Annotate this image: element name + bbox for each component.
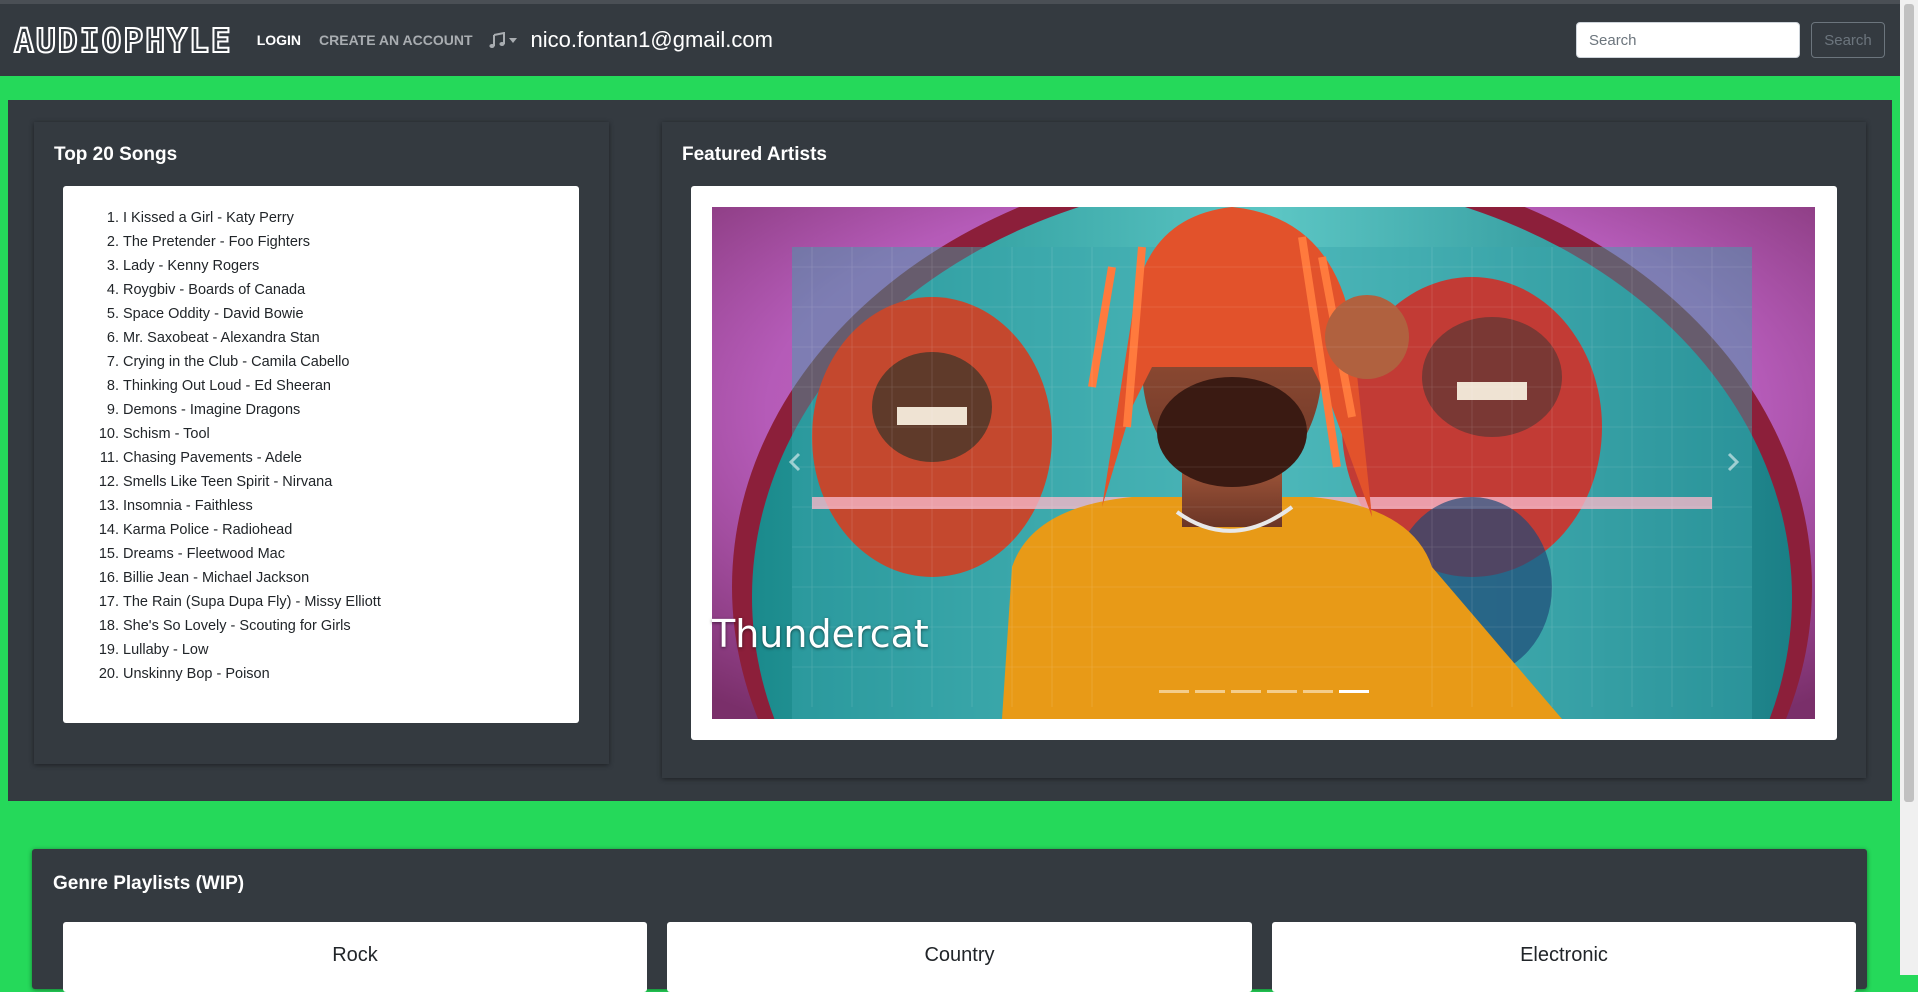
song-list-item: 7. Crying in the Club - Camila Cabello xyxy=(63,350,579,374)
carousel-next-icon[interactable] xyxy=(1720,450,1744,474)
song-title: Roygbiv - Boards of Canada xyxy=(123,282,306,298)
song-list-item: 15. Dreams - Fleetwood Mac xyxy=(63,542,579,566)
song-rank: 12. xyxy=(98,474,119,490)
song-rank: 7. xyxy=(106,354,119,370)
song-title: Smells Like Teen Spirit - Nirvana xyxy=(123,474,333,490)
top-songs-list: 1. I Kissed a Girl - Katy Perry 2. The Pret… xyxy=(63,186,579,686)
top-songs-list-box: 1. I Kissed a Girl - Katy Perry 2. The Pret… xyxy=(63,186,579,723)
song-title: Karma Police - Radiohead xyxy=(123,522,293,538)
song-title: Mr. Saxobeat - Alexandra Stan xyxy=(123,330,320,346)
genre-card-electronic[interactable]: Electronic xyxy=(1272,922,1856,992)
song-list-item: 12. Smells Like Teen Spirit - Nirvana xyxy=(63,470,579,494)
song-title: Dreams - Fleetwood Mac xyxy=(123,546,285,562)
song-list-item: 4. Roygbiv - Boards of Canada xyxy=(63,278,579,302)
song-rank: 2. xyxy=(106,234,119,250)
song-rank: 14. xyxy=(98,522,119,538)
song-list-item: 5. Space Oddity - David Bowie xyxy=(63,302,579,326)
song-rank: 13. xyxy=(98,498,119,514)
song-rank: 17. xyxy=(98,594,119,610)
genre-card-rock[interactable]: Rock xyxy=(63,922,647,992)
brand-logo[interactable]: AUDIOPHYLE xyxy=(13,20,233,61)
user-email[interactable]: nico.fontan1@gmail.com xyxy=(531,27,773,53)
song-list-item: 6. Mr. Saxobeat - Alexandra Stan xyxy=(63,326,579,350)
featured-artists-title: Featured Artists xyxy=(682,144,827,165)
create-account-link[interactable]: CREATE AN ACCOUNT xyxy=(319,32,472,48)
song-rank: 11. xyxy=(99,450,119,466)
song-list-item: 9. Demons - Imagine Dragons xyxy=(63,398,579,422)
song-list-item: 18. She's So Lovely - Scouting for Girls xyxy=(63,614,579,638)
song-rank: 4. xyxy=(106,282,119,298)
song-rank: 15. xyxy=(98,546,119,562)
song-title: Crying in the Club - Camila Cabello xyxy=(123,354,350,370)
song-title: The Rain (Supa Dupa Fly) - Missy Elliott xyxy=(123,594,381,610)
song-rank: 19. xyxy=(98,642,119,658)
song-list-item: 10. Schism - Tool xyxy=(63,422,579,446)
song-title: Schism - Tool xyxy=(123,426,210,442)
carousel-indicator[interactable] xyxy=(1195,690,1225,693)
carousel-indicator[interactable] xyxy=(1267,690,1297,693)
search-input[interactable] xyxy=(1576,22,1800,58)
song-title: Billie Jean - Michael Jackson xyxy=(123,570,310,586)
song-rank: 3. xyxy=(106,258,119,274)
song-title: Demons - Imagine Dragons xyxy=(123,402,301,418)
page-scrollbar[interactable] xyxy=(1900,0,1918,975)
song-list-item: 1. I Kissed a Girl - Katy Perry xyxy=(63,206,579,230)
music-note-icon xyxy=(488,31,505,48)
song-list-item: 8. Thinking Out Loud - Ed Sheeran xyxy=(63,374,579,398)
music-dropdown[interactable] xyxy=(488,31,517,49)
song-title: Unskinny Bop - Poison xyxy=(123,666,270,682)
genre-card-country[interactable]: Country xyxy=(667,922,1252,992)
song-rank: 1. xyxy=(106,210,119,226)
song-list-item: 3. Lady - Kenny Rogers xyxy=(63,254,579,278)
genre-playlists-title: Genre Playlists (WIP) xyxy=(53,873,245,894)
top-songs-title: Top 20 Songs xyxy=(54,144,178,165)
song-title: Lady - Kenny Rogers xyxy=(123,258,260,274)
song-title: The Pretender - Foo Fighters xyxy=(123,234,310,250)
song-title: Space Oddity - David Bowie xyxy=(123,306,304,322)
chevron-down-icon xyxy=(508,37,517,43)
song-rank: 9. xyxy=(106,402,119,418)
carousel-indicator[interactable] xyxy=(1303,690,1333,693)
song-rank: 16. xyxy=(98,570,119,586)
song-list-item: 19. Lullaby - Low xyxy=(63,638,579,662)
song-rank: 6. xyxy=(106,330,119,346)
song-list-item: 17. The Rain (Supa Dupa Fly) - Missy Elli… xyxy=(63,590,579,614)
song-title: Lullaby - Low xyxy=(123,642,209,658)
song-list-item: 20. Unskinny Bop - Poison xyxy=(63,662,579,686)
carousel-indicator[interactable] xyxy=(1339,690,1369,693)
song-rank: 10. xyxy=(98,426,119,442)
song-list-item: 2. The Pretender - Foo Fighters xyxy=(63,230,579,254)
song-title: I Kissed a Girl - Katy Perry xyxy=(123,210,294,226)
song-list-item: 16. Billie Jean - Michael Jackson xyxy=(63,566,579,590)
carousel-indicator[interactable] xyxy=(1159,690,1189,693)
song-title: Chasing Pavements - Adele xyxy=(123,450,302,466)
scrollbar-thumb[interactable] xyxy=(1904,4,1914,802)
song-title: Thinking Out Loud - Ed Sheeran xyxy=(123,378,331,394)
song-rank: 20. xyxy=(98,666,119,682)
carousel-indicator[interactable] xyxy=(1231,690,1261,693)
song-list-item: 13. Insomnia - Faithless xyxy=(63,494,579,518)
carousel-indicators xyxy=(1159,690,1369,693)
login-link[interactable]: LOGIN xyxy=(257,32,301,48)
song-rank: 18. xyxy=(98,618,119,634)
search-button[interactable]: Search xyxy=(1811,22,1885,58)
carousel-caption: Thundercat xyxy=(712,612,929,656)
song-rank: 5. xyxy=(106,306,119,322)
song-rank: 8. xyxy=(106,378,119,394)
song-list-item: 14. Karma Police - Radiohead xyxy=(63,518,579,542)
song-title: Insomnia - Faithless xyxy=(123,498,253,514)
song-title: She's So Lovely - Scouting for Girls xyxy=(123,618,351,634)
carousel-prev-icon[interactable] xyxy=(784,450,808,474)
song-list-item: 11. Chasing Pavements - Adele xyxy=(63,446,579,470)
